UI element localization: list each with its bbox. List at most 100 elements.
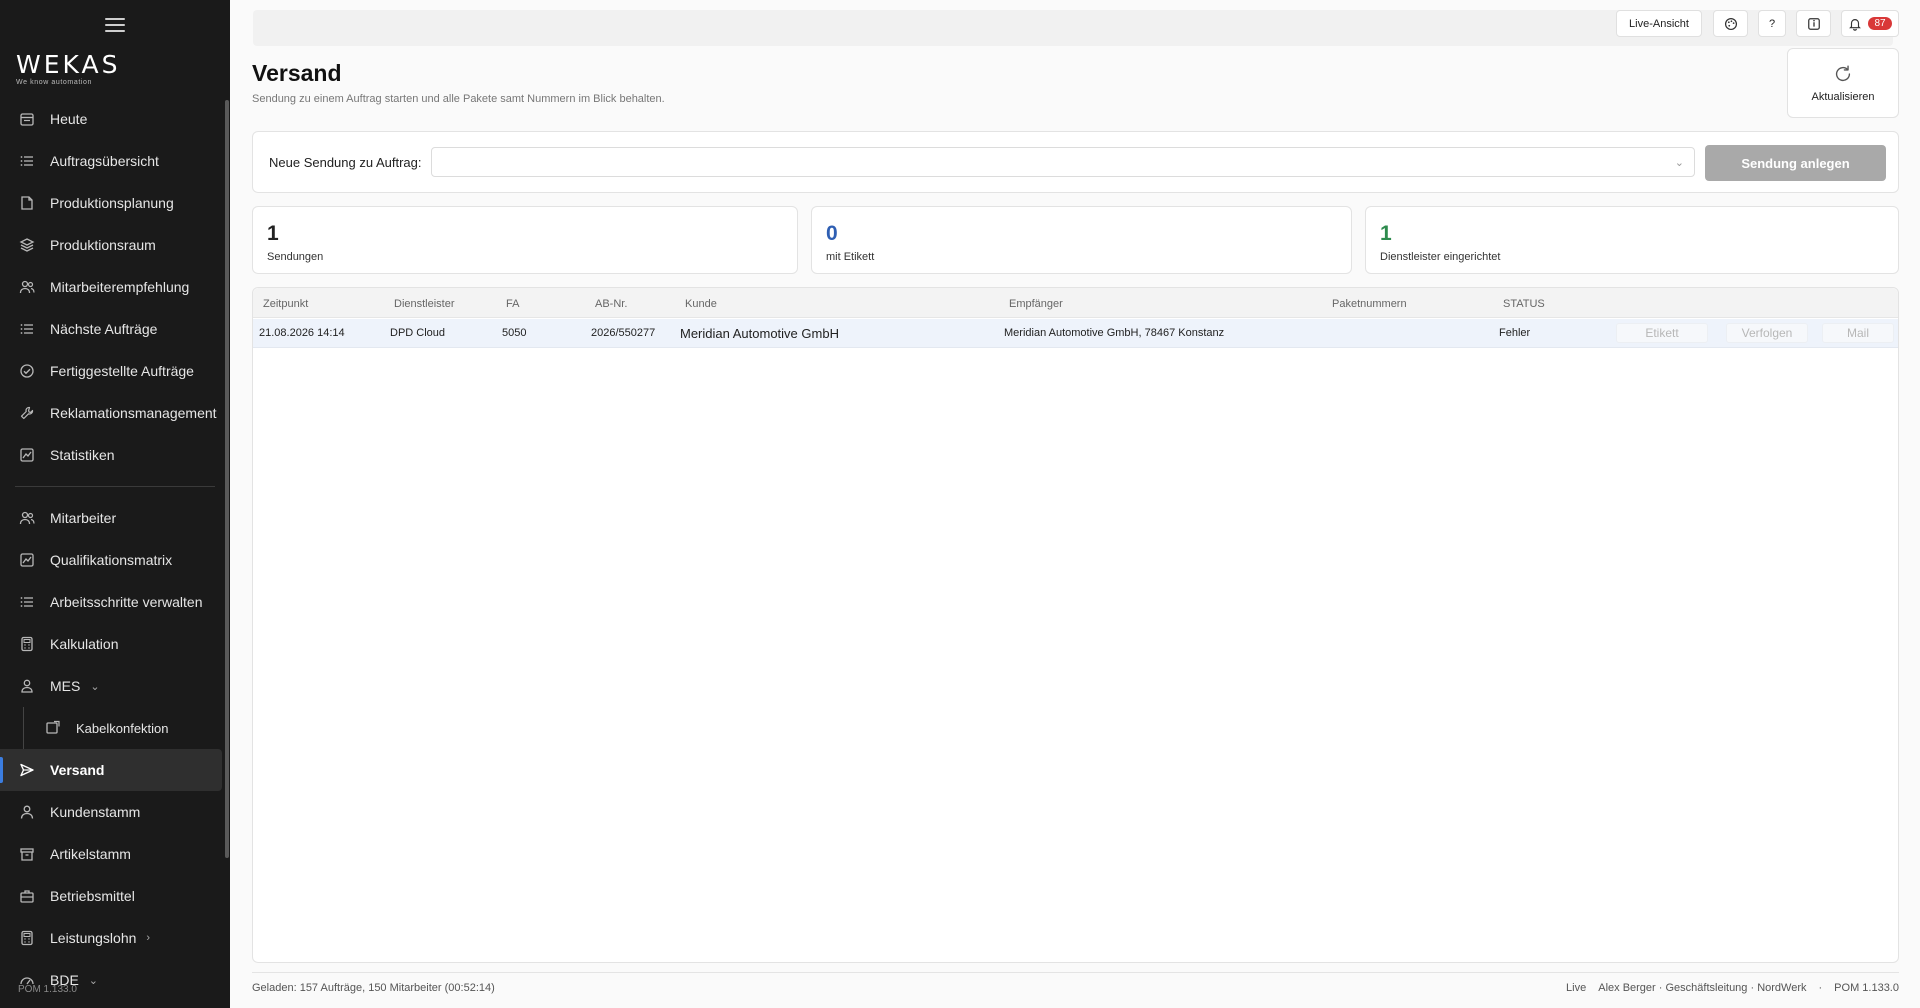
- track-button[interactable]: Verfolgen: [1726, 323, 1808, 343]
- order-select[interactable]: ⌄: [431, 147, 1695, 177]
- logo-text: WEKAS: [16, 50, 121, 79]
- page-subtitle: Sendung zu einem Auftrag starten und all…: [252, 93, 665, 105]
- cell-fa: 5050: [502, 327, 527, 339]
- theme-button[interactable]: [1713, 10, 1748, 37]
- sidebar-item-heute[interactable]: Heute: [0, 98, 222, 140]
- sidebar-item-label: Mitarbeiterempfehlung: [50, 279, 190, 295]
- menu-toggle-icon[interactable]: [105, 18, 125, 34]
- refresh-icon: [1835, 65, 1851, 82]
- current-user: Alex Berger · Geschäftsleitung · NordWer…: [1598, 982, 1807, 994]
- users-icon: [19, 510, 35, 526]
- sidebar-item-label: Heute: [50, 111, 88, 127]
- cell-zeitpunkt: 21.08.2026 14:14: [259, 327, 345, 339]
- calculator-icon: [19, 930, 35, 946]
- chevron-down-icon: ⌄: [88, 974, 99, 987]
- sidebar-item-nächste-aufträge[interactable]: Nächste Aufträge: [0, 308, 222, 350]
- layers-icon: [19, 237, 35, 253]
- footer-right: Live Alex Berger · Geschäftsleitung · No…: [1566, 982, 1899, 994]
- sidebar-item-versand[interactable]: Versand: [0, 749, 222, 791]
- load-status: Geladen: 157 Aufträge, 150 Mitarbeiter (…: [252, 982, 495, 994]
- refresh-label: Aktualisieren: [1811, 91, 1875, 103]
- column-header-zeitpunkt[interactable]: Zeitpunkt: [263, 298, 308, 310]
- stat-label: Sendungen: [267, 251, 324, 263]
- info-panel-button[interactable]: [1796, 10, 1831, 37]
- column-header-ab-nr[interactable]: AB-Nr.: [595, 298, 627, 310]
- sidebar-item-label: Auftragsübersicht: [50, 153, 159, 169]
- sidebar-item-label: Betriebsmittel: [50, 888, 135, 904]
- stat-value: 0: [826, 222, 838, 245]
- cell-empfaenger: Meridian Automotive GmbH, 78467 Konstanz: [1004, 327, 1225, 339]
- sidebar-item-reklamationsmanagement[interactable]: Reklamationsmanagement: [0, 392, 222, 434]
- stat-value: 1: [267, 222, 279, 245]
- stat-label: mit Etikett: [826, 251, 875, 263]
- sidebar-item-produktionsraum[interactable]: Produktionsraum: [0, 224, 222, 266]
- table-row[interactable]: 21.08.2026 14:14 DPD Cloud 5050 2026/550…: [253, 319, 1898, 348]
- sidebar-item-arbeitsschritte-verwalten[interactable]: Arbeitsschritte verwalten: [0, 581, 222, 623]
- notifications-button[interactable]: 87: [1841, 10, 1899, 37]
- sidebar-item-fertiggestellte-aufträge[interactable]: Fertiggestellte Aufträge: [0, 350, 222, 392]
- sidebar-item-label: MES: [50, 678, 81, 694]
- sidebar-item-mitarbeiterempfehlung[interactable]: Mitarbeiterempfehlung: [0, 266, 222, 308]
- status-bar: Geladen: 157 Aufträge, 150 Mitarbeiter (…: [252, 978, 1899, 1000]
- sidebar-item-statistiken[interactable]: Statistiken: [0, 434, 222, 476]
- stat-card-providers: 1 Dienstleister eingerichtet: [1365, 206, 1899, 274]
- page-title: Versand: [252, 60, 342, 86]
- stat-card-shipments: 1 Sendungen: [252, 206, 798, 274]
- chart-icon: [19, 447, 35, 463]
- info-icon: [1807, 17, 1820, 30]
- footer-divider: [252, 972, 1899, 973]
- sidebar-item-kabelkonfektion[interactable]: Kabelkonfektion: [0, 707, 222, 749]
- table-header: Zeitpunkt Dienstleister FA AB-Nr. Kunde …: [253, 288, 1898, 318]
- sidebar-item-kalkulation[interactable]: Kalkulation: [0, 623, 222, 665]
- sidebar-item-label: Kundenstamm: [50, 804, 141, 820]
- column-header-kunde[interactable]: Kunde: [685, 298, 717, 310]
- send-icon: [19, 762, 35, 778]
- window-icon: [45, 720, 61, 736]
- shipments-table: Zeitpunkt Dienstleister FA AB-Nr. Kunde …: [252, 287, 1899, 963]
- sidebar-item-artikelstamm[interactable]: Artikelstamm: [0, 833, 222, 875]
- sidebar-item-label: Qualifikationsmatrix: [50, 552, 173, 568]
- list-icon: [19, 594, 35, 610]
- bell-icon: [1849, 18, 1862, 31]
- logo: WEKAS We know automation: [16, 50, 121, 87]
- sidebar-item-produktionsplanung[interactable]: Produktionsplanung: [0, 182, 222, 224]
- sidebar-item-label: Arbeitsschritte verwalten: [50, 594, 203, 610]
- column-header-empfaenger[interactable]: Empfänger: [1009, 298, 1063, 310]
- cell-ab-nr: 2026/550277: [591, 327, 656, 339]
- column-header-status[interactable]: STATUS: [1503, 298, 1545, 310]
- column-header-fa[interactable]: FA: [506, 298, 519, 310]
- refresh-button[interactable]: Aktualisieren: [1787, 48, 1899, 118]
- sidebar-item-leistungslohn[interactable]: Leistungslohn ›: [0, 917, 222, 959]
- sidebar-nav: Heute Auftragsübersicht Produktionsplanung…: [0, 98, 230, 1001]
- list-icon: [19, 153, 35, 169]
- column-header-paketnummern[interactable]: Paketnummern: [1332, 298, 1407, 310]
- wrench-icon: [19, 405, 35, 421]
- mail-button[interactable]: Mail: [1822, 323, 1894, 343]
- sidebar-item-mes[interactable]: MES ⌄: [0, 665, 222, 707]
- column-header-dienstleister[interactable]: Dienstleister: [394, 298, 455, 310]
- sidebar-item-qualifikationsmatrix[interactable]: Qualifikationsmatrix: [0, 539, 222, 581]
- sidebar-scrollbar[interactable]: [225, 100, 229, 858]
- sidebar-item-mitarbeiter[interactable]: Mitarbeiter: [0, 497, 222, 539]
- help-button[interactable]: ?: [1758, 10, 1786, 37]
- calendar-icon: [19, 111, 35, 127]
- logo-tagline: We know automation: [16, 79, 93, 86]
- user-group-icon: [19, 678, 35, 694]
- list-icon: [19, 321, 35, 337]
- sidebar: WEKAS We know automation Heute Auftragsüb…: [0, 0, 230, 1008]
- sidebar-version: POM 1.133.0: [18, 984, 77, 995]
- sidebar-subgroup: Kabelkonfektion: [0, 707, 230, 749]
- sidebar-item-kundenstamm[interactable]: Kundenstamm: [0, 791, 222, 833]
- users-icon: [19, 279, 35, 295]
- sidebar-item-auftragsübersicht[interactable]: Auftragsübersicht: [0, 140, 222, 182]
- create-shipment-button[interactable]: Sendung anlegen: [1705, 145, 1886, 181]
- palette-icon: [1724, 17, 1737, 30]
- stat-card-labeled: 0 mit Etikett: [811, 206, 1352, 274]
- cell-dienstleister: DPD Cloud: [390, 327, 446, 339]
- sidebar-item-label: Produktionsraum: [50, 237, 156, 253]
- sidebar-item-betriebsmittel[interactable]: Betriebsmittel: [0, 875, 222, 917]
- live-view-button[interactable]: Live-Ansicht: [1616, 10, 1702, 37]
- sidebar-item-label: Nächste Aufträge: [50, 321, 158, 337]
- label-button[interactable]: Etikett: [1616, 323, 1708, 343]
- sidebar-divider: [15, 486, 215, 487]
